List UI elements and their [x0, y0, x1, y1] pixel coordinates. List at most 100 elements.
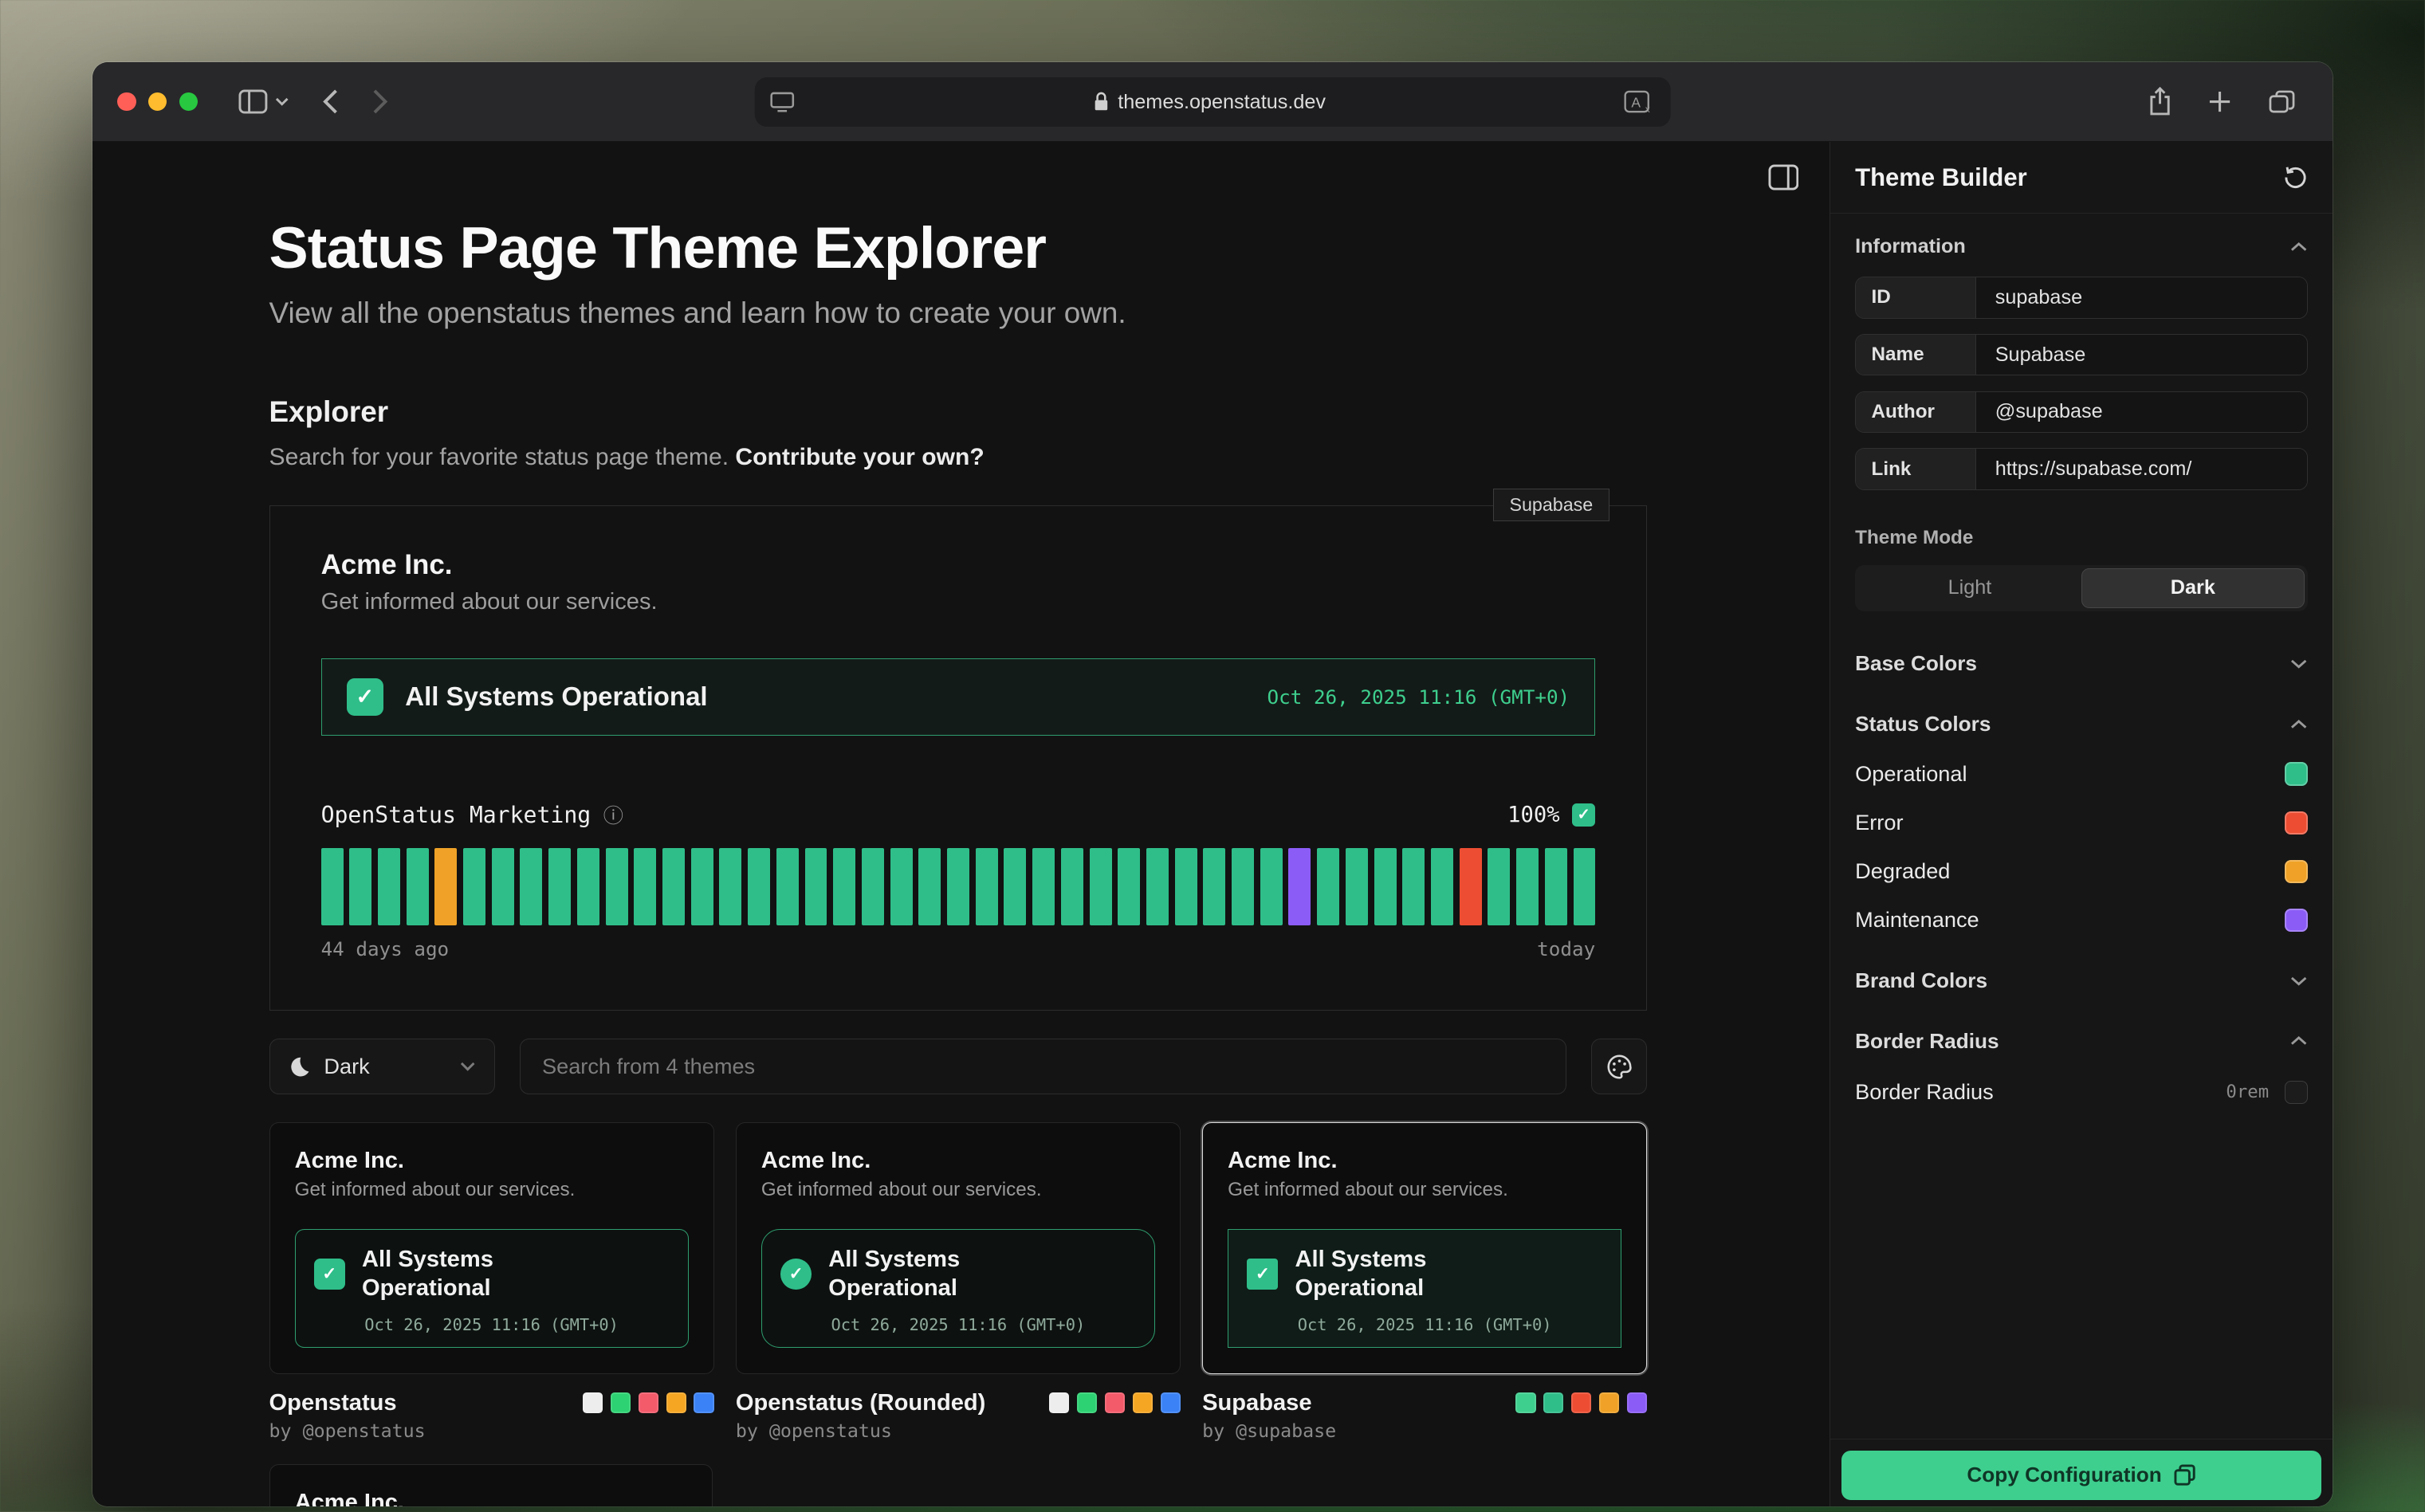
- translate-icon[interactable]: A x: [1624, 90, 1655, 113]
- tracker-bar-operational[interactable]: [606, 848, 628, 925]
- field-link-value[interactable]: https://supabase.com/: [1976, 449, 2306, 489]
- tracker-bar-operational[interactable]: [947, 848, 969, 925]
- theme-name: Openstatus: [269, 1390, 397, 1416]
- tracker-bar-operational[interactable]: [1146, 848, 1169, 925]
- theme-card-openstatus-rounded[interactable]: Acme Inc. Get informed about our service…: [736, 1122, 1181, 1374]
- explorer-description-text: Search for your favorite status page the…: [269, 444, 729, 470]
- tracker-bar-operational[interactable]: [492, 848, 514, 925]
- section-base-colors[interactable]: Base Colors: [1855, 651, 2307, 676]
- tracker-bar-operational[interactable]: [520, 848, 542, 925]
- tracker-bar-operational[interactable]: [1032, 848, 1055, 925]
- tab-overview-icon[interactable]: [2269, 90, 2295, 113]
- website-settings-icon[interactable]: [770, 92, 795, 112]
- tracker-bar-operational[interactable]: [321, 848, 344, 925]
- mode-light-button[interactable]: Light: [1858, 568, 2081, 608]
- forward-icon[interactable]: [372, 88, 387, 115]
- tracker-bar-operational[interactable]: [776, 848, 799, 925]
- section-status-colors[interactable]: Status Colors: [1855, 712, 2307, 736]
- tracker-bar-operational[interactable]: [349, 848, 371, 925]
- zoom-window-button[interactable]: [179, 92, 198, 111]
- share-icon[interactable]: [2148, 87, 2171, 116]
- card-status-label: All Systems Operational: [1295, 1245, 1468, 1303]
- tracker-bar-operational[interactable]: [833, 848, 855, 925]
- tracker-bar-operational[interactable]: [890, 848, 913, 925]
- tracker-bar-maintenance[interactable]: [1288, 848, 1311, 925]
- tracker-bar-operational[interactable]: [862, 848, 884, 925]
- new-tab-icon[interactable]: [2208, 90, 2231, 113]
- tracker-bar-operational[interactable]: [1232, 848, 1254, 925]
- theme-card-supabase[interactable]: Acme Inc. Get informed about our service…: [1202, 1122, 1647, 1374]
- color-swatch-error[interactable]: [2285, 811, 2308, 835]
- tracker-bar-operational[interactable]: [1346, 848, 1368, 925]
- chevron-up-icon: [2290, 242, 2307, 253]
- border-radius-input[interactable]: [2285, 1081, 2308, 1104]
- sidebar-toggle-icon[interactable]: [238, 89, 268, 114]
- sidebar-chevron-icon[interactable]: [275, 97, 289, 107]
- section-information[interactable]: Information: [1855, 235, 2307, 258]
- tracker-bar-operational[interactable]: [691, 848, 713, 925]
- mode-dropdown[interactable]: Dark: [269, 1039, 495, 1094]
- tracker-bar-operational[interactable]: [662, 848, 685, 925]
- contribute-link[interactable]: Contribute your own?: [735, 444, 984, 470]
- tracker-bar-operational[interactable]: [463, 848, 485, 925]
- tracker-bar-operational[interactable]: [1402, 848, 1425, 925]
- tracker-bar-operational[interactable]: [1545, 848, 1567, 925]
- color-swatch-degraded[interactable]: [2285, 860, 2308, 883]
- tracker-bar-operational[interactable]: [1175, 848, 1197, 925]
- tracker-bar-operational[interactable]: [1516, 848, 1539, 925]
- palette-button[interactable]: [1591, 1039, 1647, 1094]
- tracker-bar-operational[interactable]: [634, 848, 656, 925]
- info-icon[interactable]: ⓘ: [603, 800, 623, 829]
- tracker-bar-operational[interactable]: [1488, 848, 1510, 925]
- tracker-bar-operational[interactable]: [918, 848, 941, 925]
- tracker-bar-degraded[interactable]: [434, 848, 457, 925]
- card-status-timestamp: Oct 26, 2025 11:16 (GMT+0): [780, 1315, 1136, 1334]
- tracker-bar-operational[interactable]: [719, 848, 741, 925]
- url-field[interactable]: themes.openstatus.dev A x: [755, 77, 1671, 127]
- reset-icon[interactable]: [2283, 165, 2308, 190]
- section-brand-colors[interactable]: Brand Colors: [1855, 968, 2307, 993]
- tracker-bar-operational[interactable]: [378, 848, 400, 925]
- tracker-bar-operational[interactable]: [748, 848, 770, 925]
- builder-footer: Copy Configuration: [1830, 1439, 2333, 1506]
- mode-dark-button[interactable]: Dark: [2081, 568, 2305, 608]
- tracker-bar-operational[interactable]: [548, 848, 571, 925]
- tracker-bar-operational[interactable]: [1118, 848, 1140, 925]
- section-border-radius[interactable]: Border Radius: [1855, 1029, 2307, 1054]
- color-swatch-operational[interactable]: [2285, 762, 2308, 785]
- tracker-bar-operational[interactable]: [1203, 848, 1225, 925]
- tracker-bar-operational[interactable]: [805, 848, 827, 925]
- theme-name: Openstatus (Rounded): [736, 1390, 986, 1416]
- border-radius-row: Border Radius 0rem: [1855, 1079, 2307, 1105]
- tracker-bar-operational[interactable]: [1061, 848, 1083, 925]
- field-id-value[interactable]: supabase: [1976, 277, 2306, 317]
- color-swatch-maintenance[interactable]: [2285, 909, 2308, 932]
- theme-card-partial[interactable]: Acme Inc. Get informed about our service…: [269, 1464, 713, 1506]
- tracker-bar-operational[interactable]: [1004, 848, 1026, 925]
- builder-panel-toggle-icon[interactable]: [1768, 164, 1799, 190]
- tracker-bar-error[interactable]: [1460, 848, 1482, 925]
- tracker-bar-operational[interactable]: [1574, 848, 1596, 925]
- chevron-down-icon: [460, 1062, 475, 1071]
- tracker-bar-operational[interactable]: [407, 848, 429, 925]
- tracker-bar-operational[interactable]: [1374, 848, 1397, 925]
- minimize-window-button[interactable]: [148, 92, 167, 111]
- field-name-value[interactable]: Supabase: [1976, 335, 2306, 375]
- status-color-list: Operational Error Degraded Maintena: [1855, 761, 2307, 933]
- tracker-bar-operational[interactable]: [1317, 848, 1339, 925]
- tracker-bar-operational[interactable]: [976, 848, 998, 925]
- theme-mode-label: Theme Mode: [1855, 527, 2307, 549]
- back-icon[interactable]: [323, 88, 338, 115]
- tracker-bar-operational[interactable]: [1431, 848, 1453, 925]
- theme-card-openstatus[interactable]: Acme Inc. Get informed about our service…: [269, 1122, 714, 1374]
- theme-color-swatch: [583, 1392, 603, 1412]
- theme-search-input[interactable]: [520, 1039, 1567, 1094]
- operational-check-icon: ✓: [347, 678, 384, 716]
- close-window-button[interactable]: [117, 92, 136, 111]
- copy-configuration-button[interactable]: Copy Configuration: [1841, 1451, 2321, 1500]
- tracker-bar-operational[interactable]: [577, 848, 599, 925]
- tracker-bar-operational[interactable]: [1090, 848, 1112, 925]
- information-fields: ID supabase Name Supabase Author @supaba…: [1855, 277, 2307, 490]
- field-author-value[interactable]: @supabase: [1976, 392, 2306, 432]
- tracker-bar-operational[interactable]: [1260, 848, 1283, 925]
